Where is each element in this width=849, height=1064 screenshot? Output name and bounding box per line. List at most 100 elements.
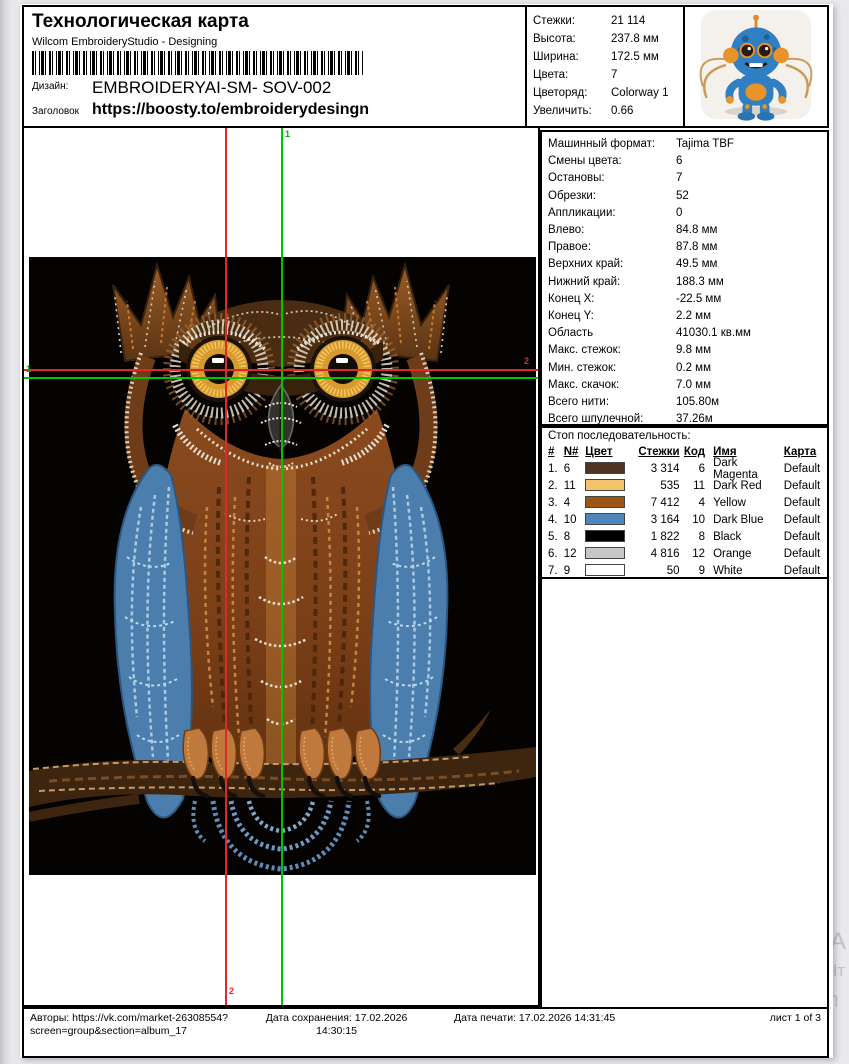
info-value: 0: [676, 205, 682, 222]
info-row: Макс. стежок:9.8 мм: [548, 342, 827, 359]
cell-name: White: [705, 565, 782, 577]
color-swatch: [585, 564, 625, 576]
cell-code: 11: [680, 480, 706, 492]
caption-url: https://boosty.to/embroiderydesingn: [92, 101, 369, 119]
cell-code: 6: [680, 463, 706, 475]
summary-label: Стежки:: [533, 12, 611, 30]
cell-index: 6.: [548, 548, 564, 560]
info-row: Аппликации:0: [548, 205, 827, 222]
cell-needle: 6: [564, 463, 586, 475]
summary-row: Увеличить:0.66: [533, 102, 683, 120]
info-row: Нижний край:188.3 мм: [548, 274, 827, 291]
info-label: Влево:: [548, 222, 676, 239]
info-row: Остановы:7: [548, 170, 827, 187]
summary-row: Ширина:172.5 мм: [533, 48, 683, 66]
color-swatch: [585, 496, 625, 508]
info-row: Область41030.1 кв.мм: [548, 325, 827, 342]
table-row: 1.63 3146Dark MagentaDefault: [542, 460, 827, 477]
cell-index: 4.: [548, 514, 564, 526]
stop-sequence-box: Стоп последовательность: # N# Цвет Стежк…: [540, 426, 829, 579]
info-value: 7: [676, 170, 682, 187]
cell-index: 1.: [548, 463, 564, 475]
summary-row: Цветоряд:Colorway 1: [533, 84, 683, 102]
info-value: -22.5 мм: [676, 291, 721, 308]
info-label: Мин. стежок:: [548, 360, 676, 377]
table-row: 4.103 16410Dark BlueDefault: [542, 511, 827, 528]
info-row: Верхних край:49.5 мм: [548, 256, 827, 273]
cell-code: 4: [680, 497, 706, 509]
table-row: 2.1153511Dark RedDefault: [542, 477, 827, 494]
guide-label-top: 1: [285, 129, 290, 139]
design-canvas: 1 1 2 2: [22, 126, 540, 1007]
info-label: Макс. стежок:: [548, 342, 676, 359]
info-label: Макс. скачок:: [548, 377, 676, 394]
guide-label-left: 1: [26, 364, 31, 374]
col-header-stitches: Стежки: [629, 446, 680, 458]
cell-name: Dark Red: [705, 480, 782, 492]
info-label: Аппликации:: [548, 205, 676, 222]
col-header-index: #: [548, 446, 564, 458]
table-row: 5.81 8228BlackDefault: [542, 528, 827, 545]
mascot-box: [683, 5, 829, 128]
cell-needle: 4: [564, 497, 586, 509]
info-value: 9.8 мм: [676, 342, 711, 359]
summary-label: Цветоряд:: [533, 84, 611, 102]
design-name: EMBROIDERYAI-SM- SOV-002: [92, 78, 331, 98]
table-row: 7.9509WhiteDefault: [542, 562, 827, 579]
table-header-row: # N# Цвет Стежки Код Имя Карта: [542, 443, 827, 460]
info-row: Конец X:-22.5 мм: [548, 291, 827, 308]
summary-value: 237.8 мм: [611, 30, 659, 48]
color-swatch: [585, 530, 625, 542]
stop-sequence-title: Стоп последовательность:: [542, 428, 827, 443]
info-label: Машинный формат:: [548, 136, 676, 153]
screen: А Чт 'П Технологическая карта Wilcom Emb…: [0, 0, 849, 1064]
summary-row: Высота:237.8 мм: [533, 30, 683, 48]
info-label: Конец Y:: [548, 308, 676, 325]
summary-value: 172.5 мм: [611, 48, 659, 66]
info-row: Мин. стежок:0.2 мм: [548, 360, 827, 377]
cell-stitches: 3 164: [629, 514, 680, 526]
footer-print-date: Дата печати: 17.02.2026 14:31:45: [454, 1012, 615, 1024]
hoop-guide-horizontal-red: [24, 369, 538, 371]
info-value: 2.2 мм: [676, 308, 711, 325]
color-swatch: [585, 547, 625, 559]
cell-stitches: 1 822: [629, 531, 680, 543]
cell-map: Default: [782, 463, 827, 475]
summary-box: Стежки:21 114 Высота:237.8 мм Ширина:172…: [525, 5, 685, 128]
cell-needle: 9: [564, 565, 586, 577]
cell-index: 3.: [548, 497, 564, 509]
cell-code: 12: [680, 548, 706, 560]
summary-label: Цвета:: [533, 66, 611, 84]
info-value: 87.8 мм: [676, 239, 717, 256]
info-row: Всего нити:105.80м: [548, 394, 827, 411]
cell-stitches: 535: [629, 480, 680, 492]
info-value: 52: [676, 188, 689, 205]
summary-value: 21 114: [611, 12, 645, 30]
app-subtitle: Wilcom EmbroideryStudio - Designing: [32, 36, 217, 48]
info-value: 0.2 мм: [676, 360, 711, 377]
cell-stitches: 4 816: [629, 548, 680, 560]
worksheet-page: Технологическая карта Wilcom EmbroideryS…: [20, 4, 833, 1058]
col-header-color: Цвет: [585, 446, 628, 458]
cell-needle: 10: [564, 514, 586, 526]
saved-time-line: 14:30:15: [229, 1025, 444, 1038]
cell-map: Default: [782, 531, 827, 543]
info-value: 6: [676, 153, 682, 170]
cell-index: 7.: [548, 565, 564, 577]
page-title: Технологическая карта: [32, 11, 249, 33]
info-value: 84.8 мм: [676, 222, 717, 239]
col-header-code: Код: [680, 446, 706, 458]
cell-stitches: 7 412: [629, 497, 680, 509]
info-value: 7.0 мм: [676, 377, 711, 394]
saved-date-line: Дата сохранения: 17.02.2026: [229, 1012, 444, 1025]
color-swatch: [585, 462, 625, 474]
footer-saved-date: Дата сохранения: 17.02.2026 14:30:15: [229, 1012, 444, 1038]
cell-name: Dark Blue: [705, 514, 782, 526]
info-label: Смены цвета:: [548, 153, 676, 170]
summary-row: Стежки:21 114: [533, 12, 683, 30]
info-row: Макс. скачок:7.0 мм: [548, 377, 827, 394]
cell-map: Default: [782, 514, 827, 526]
info-row: Конец Y:2.2 мм: [548, 308, 827, 325]
cell-name: Yellow: [705, 497, 782, 509]
footer: Авторы: https://vk.com/market-26308554?s…: [22, 1007, 829, 1058]
